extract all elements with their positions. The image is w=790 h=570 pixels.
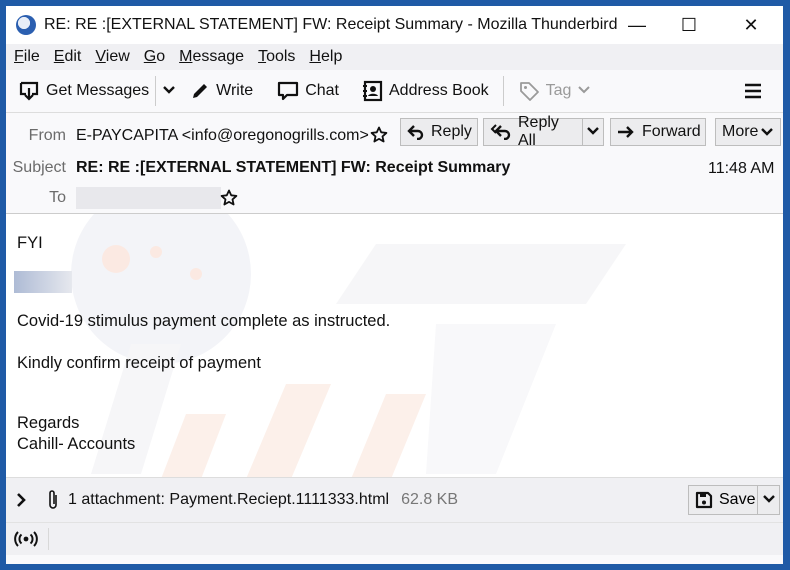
forward-label: Forward — [642, 123, 701, 140]
menu-edit[interactable]: Edit — [54, 48, 82, 66]
toolbar-separator — [155, 76, 157, 106]
chat-button[interactable]: Chat — [277, 80, 339, 102]
address-book-button[interactable]: Address Book — [361, 80, 489, 102]
get-messages-label: Get Messages — [46, 82, 150, 99]
star-contact-icon[interactable] — [220, 189, 238, 212]
reply-arrow-icon — [407, 124, 425, 140]
more-label: More — [722, 123, 759, 140]
chat-bubble-icon — [277, 80, 299, 102]
thunderbird-window: RE: RE :[EXTERNAL STATEMENT] FW: Receipt… — [6, 6, 783, 564]
chevron-down-icon — [587, 123, 599, 141]
tag-button[interactable]: Tag — [518, 80, 592, 102]
chevron-down-icon — [761, 127, 774, 137]
write-button[interactable]: Write — [190, 81, 253, 101]
main-toolbar: Get Messages Write Chat Address Book Tag — [6, 70, 783, 113]
forward-arrow-icon — [617, 125, 635, 139]
tag-label: Tag — [545, 82, 572, 99]
address-book-icon — [361, 80, 383, 102]
body-line-2: Kindly confirm receipt of payment — [17, 354, 261, 372]
redacted-name — [14, 271, 72, 293]
floppy-disk-icon — [695, 491, 713, 509]
star-contact-icon[interactable] — [370, 126, 388, 149]
hamburger-icon — [744, 83, 762, 104]
write-label: Write — [216, 82, 254, 99]
chevron-down-icon — [577, 82, 591, 100]
expand-attachments-toggle[interactable] — [16, 492, 28, 508]
minimize-button[interactable]: — — [608, 6, 666, 44]
close-icon: ✕ — [743, 14, 759, 35]
minimize-icon: — — [628, 14, 646, 35]
subject-label: Subject — [12, 159, 66, 176]
message-body: FYI Covid-19 stimulus payment complete a… — [6, 214, 783, 477]
maximize-icon: ☐ — [680, 14, 698, 35]
menu-bar: File Edit View Go Message Tools Help — [6, 44, 783, 70]
watermark-logo — [71, 214, 626, 477]
to-label: To — [49, 189, 66, 206]
menu-go[interactable]: Go — [144, 48, 165, 66]
closing-text: Regards — [17, 414, 80, 432]
menu-file[interactable]: File — [14, 48, 40, 66]
to-value-redacted[interactable] — [76, 187, 221, 209]
title-bar: RE: RE :[EXTERNAL STATEMENT] FW: Receipt… — [6, 6, 783, 44]
forward-button[interactable]: Forward — [610, 118, 706, 146]
get-messages-button[interactable]: Get Messages — [18, 80, 149, 102]
window-title: RE: RE :[EXTERNAL STATEMENT] FW: Receipt… — [44, 16, 618, 33]
greeting-text: FYI — [17, 234, 43, 252]
from-label: From — [28, 127, 66, 144]
close-button[interactable]: ✕ — [722, 6, 780, 44]
reply-all-arrow-icon — [490, 124, 512, 140]
pencil-icon — [190, 81, 210, 101]
reply-button[interactable]: Reply — [400, 118, 478, 146]
maximize-button[interactable]: ☐ — [660, 6, 718, 44]
subject-value: RE: RE :[EXTERNAL STATEMENT] FW: Receipt… — [76, 159, 511, 176]
menu-help[interactable]: Help — [309, 48, 342, 66]
paperclip-icon — [46, 489, 60, 511]
body-line-1: Covid-19 stimulus payment complete as in… — [17, 312, 391, 330]
app-menu-button[interactable] — [744, 82, 762, 105]
from-value[interactable]: E-PAYCAPITA <info@oregonogrills.com> — [76, 127, 369, 145]
message-time: 11:48 AM — [708, 160, 775, 177]
menu-view[interactable]: View — [95, 48, 129, 66]
get-messages-dropdown[interactable] — [162, 82, 176, 100]
download-message-icon — [18, 80, 40, 102]
message-header: From E-PAYCAPITA <info@oregonogrills.com… — [6, 113, 783, 214]
reply-all-label: Reply All — [518, 114, 559, 149]
chevron-down-icon — [162, 82, 176, 100]
save-attachment-button[interactable]: Save — [688, 485, 758, 515]
more-button[interactable]: More — [715, 118, 781, 146]
signature-text: Cahill- Accounts — [17, 435, 136, 453]
chevron-down-icon — [762, 491, 775, 509]
status-separator — [48, 528, 49, 550]
reply-all-button[interactable]: Reply All — [483, 114, 582, 149]
menu-tools[interactable]: Tools — [258, 48, 295, 66]
save-label: Save — [719, 491, 756, 508]
online-status-icon[interactable] — [14, 531, 38, 547]
tag-icon — [518, 80, 540, 102]
attachment-bar: 1 attachment: Payment.Reciept.1111333.ht… — [6, 477, 783, 522]
save-dropdown[interactable] — [758, 485, 780, 515]
menu-message[interactable]: Message — [179, 48, 244, 66]
reply-all-dropdown[interactable] — [582, 118, 604, 146]
chevron-right-icon — [17, 493, 26, 507]
toolbar-separator — [502, 76, 504, 106]
address-book-label: Address Book — [389, 82, 489, 99]
attachment-summary[interactable]: 1 attachment: Payment.Reciept.1111333.ht… — [68, 491, 389, 509]
chat-label: Chat — [305, 82, 339, 99]
thunderbird-logo-icon — [16, 15, 36, 35]
status-bar — [6, 522, 783, 555]
reply-label: Reply — [431, 123, 472, 140]
attachment-size: 62.8 KB — [401, 491, 459, 508]
